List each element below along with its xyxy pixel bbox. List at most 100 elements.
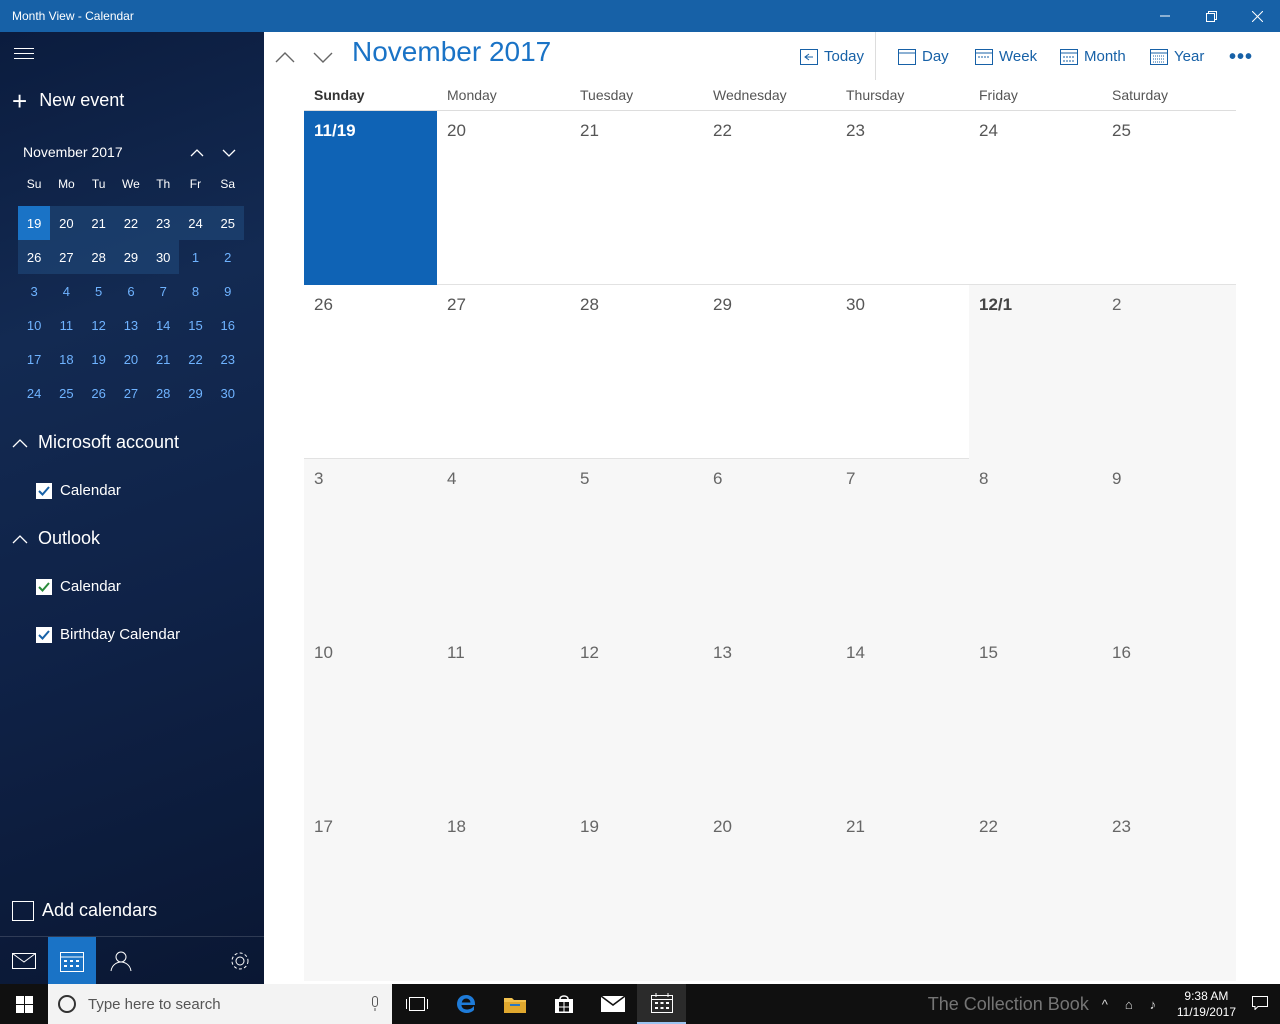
task-view-button[interactable] (392, 984, 441, 1024)
mini-day[interactable]: 23 (212, 342, 244, 376)
day-cell[interactable]: 30 (836, 285, 969, 459)
mini-day[interactable]: 25 (211, 206, 244, 240)
day-cell[interactable]: 16 (1102, 633, 1236, 807)
mini-day[interactable]: 22 (179, 342, 211, 376)
taskbar-clock[interactable]: 9:38 AM 11/19/2017 (1177, 988, 1236, 1020)
mini-day[interactable]: 5 (83, 274, 115, 308)
microphone-icon[interactable] (370, 996, 380, 1012)
day-cell[interactable]: 5 (570, 459, 703, 633)
day-cell[interactable]: 15 (969, 633, 1102, 807)
mini-day[interactable]: 26 (18, 240, 51, 274)
day-cell[interactable]: 22 (703, 111, 836, 285)
mini-day[interactable]: 8 (179, 274, 211, 308)
add-calendars-button[interactable]: Add calendars (12, 900, 157, 921)
day-cell[interactable]: 28 (570, 285, 703, 459)
mini-day[interactable]: 30 (212, 376, 244, 410)
mini-day[interactable]: 21 (147, 342, 179, 376)
day-cell[interactable]: 6 (703, 459, 836, 633)
close-button[interactable] (1234, 0, 1280, 32)
hamburger-menu-icon[interactable] (14, 48, 34, 62)
mini-day[interactable]: 11 (50, 308, 82, 342)
day-cell[interactable]: 9 (1102, 459, 1236, 633)
mini-day[interactable]: 9 (212, 274, 244, 308)
day-cell[interactable]: 7 (836, 459, 969, 633)
year-view-button[interactable]: Year (1150, 48, 1204, 65)
mini-day[interactable]: 6 (115, 274, 147, 308)
new-event-button[interactable]: + New event (12, 88, 124, 114)
account-header-outlook[interactable]: Outlook (12, 528, 100, 549)
mini-day[interactable]: 26 (83, 376, 115, 410)
day-cell[interactable]: 2 (1102, 285, 1236, 459)
mini-day[interactable]: 27 (50, 240, 83, 274)
day-cell[interactable]: 3 (304, 459, 437, 633)
mini-next-month-button[interactable] (213, 145, 245, 160)
more-options-icon[interactable]: ••• (1229, 46, 1253, 69)
mini-day[interactable]: 4 (50, 274, 82, 308)
settings-button[interactable] (216, 937, 264, 985)
mini-calendar-month[interactable]: November 2017 (23, 144, 181, 160)
mini-day[interactable]: 2 (212, 240, 244, 274)
edge-button[interactable] (441, 984, 490, 1024)
day-cell-today[interactable]: 11/19 (304, 111, 437, 285)
day-cell[interactable]: 23 (1102, 807, 1236, 981)
maximize-button[interactable] (1188, 0, 1234, 32)
mini-day[interactable]: 28 (147, 376, 179, 410)
mini-day[interactable]: 7 (147, 274, 179, 308)
checkbox-checked-icon[interactable] (36, 482, 52, 499)
mail-button[interactable] (0, 937, 48, 985)
mini-day[interactable]: 23 (147, 206, 180, 240)
previous-month-button[interactable] (270, 42, 300, 72)
mini-day[interactable]: 30 (147, 240, 180, 274)
mini-day[interactable]: 19 (83, 342, 115, 376)
mini-day[interactable]: 20 (115, 342, 147, 376)
day-cell[interactable]: 20 (703, 807, 836, 981)
mini-day[interactable]: 21 (82, 206, 115, 240)
mini-day[interactable]: 17 (18, 342, 50, 376)
people-button[interactable] (96, 937, 144, 985)
show-hidden-icons-icon[interactable]: ^ (1093, 997, 1117, 1012)
mini-prev-month-button[interactable] (181, 145, 213, 160)
calendar-toggle-microsoft-calendar[interactable]: Calendar (36, 482, 121, 499)
day-cell[interactable]: 13 (703, 633, 836, 807)
week-view-button[interactable]: Week (975, 48, 1037, 65)
store-button[interactable] (539, 984, 588, 1024)
next-month-button[interactable] (308, 42, 338, 72)
mini-day[interactable]: 16 (212, 308, 244, 342)
day-cell[interactable]: 27 (437, 285, 570, 459)
mini-day[interactable]: 18 (50, 342, 82, 376)
mini-day[interactable]: 13 (115, 308, 147, 342)
mini-day[interactable]: 15 (179, 308, 211, 342)
file-explorer-button[interactable] (490, 984, 539, 1024)
day-cell[interactable]: 25 (1102, 111, 1236, 285)
mini-day[interactable]: 28 (82, 240, 115, 274)
account-header-microsoft[interactable]: Microsoft account (12, 432, 179, 453)
day-cell[interactable]: 11 (437, 633, 570, 807)
today-button[interactable]: Today (800, 48, 864, 65)
day-cell[interactable]: 10 (304, 633, 437, 807)
calendar-button[interactable] (48, 936, 96, 984)
minimize-button[interactable] (1142, 0, 1188, 32)
mini-day[interactable]: 14 (147, 308, 179, 342)
calendar-taskbar-button[interactable] (637, 984, 686, 1024)
day-cell[interactable]: 21 (570, 111, 703, 285)
day-cell[interactable]: 12 (570, 633, 703, 807)
start-button[interactable] (0, 984, 48, 1024)
mini-day[interactable]: 29 (179, 376, 211, 410)
taskbar-search-box[interactable]: Type here to search (48, 984, 392, 1024)
mini-day[interactable]: 12 (83, 308, 115, 342)
day-cell[interactable]: 19 (570, 807, 703, 981)
day-cell[interactable]: 4 (437, 459, 570, 633)
day-cell[interactable]: 21 (836, 807, 969, 981)
mini-day[interactable]: 25 (50, 376, 82, 410)
mini-day[interactable]: 29 (114, 240, 148, 274)
checkbox-checked-icon[interactable] (36, 626, 52, 643)
calendar-toggle-birthday-calendar[interactable]: Birthday Calendar (36, 626, 180, 643)
day-cell[interactable]: 8 (969, 459, 1102, 633)
day-cell[interactable]: 26 (304, 285, 437, 459)
day-cell[interactable]: 22 (969, 807, 1102, 981)
month-view-button[interactable]: Month (1060, 48, 1126, 65)
day-cell[interactable]: 23 (836, 111, 969, 285)
mini-day[interactable]: 24 (179, 206, 212, 240)
mini-day[interactable]: 10 (18, 308, 50, 342)
day-cell[interactable]: 14 (836, 633, 969, 807)
